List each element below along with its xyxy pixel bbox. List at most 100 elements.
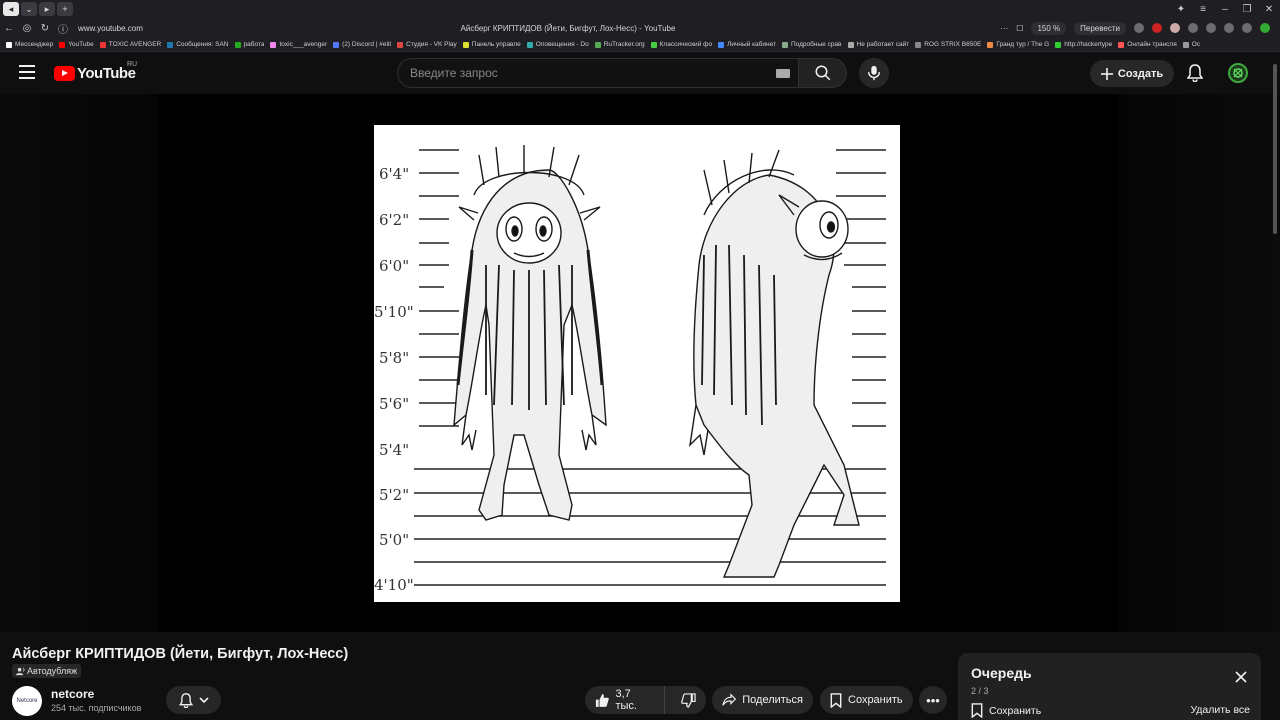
bookmark-item[interactable]: YouTube (59, 41, 94, 48)
bookmark-label: Панель управле (471, 41, 521, 48)
avatar-emblem-icon (1233, 68, 1243, 78)
share-button[interactable]: Поделиться (712, 686, 813, 714)
bookmark-item[interactable]: Онлайн трансля (1118, 41, 1177, 48)
hamburger-menu-icon[interactable] (19, 65, 35, 79)
bookmark-item[interactable]: toxic___avenger (270, 41, 327, 48)
search-icon (815, 65, 830, 81)
queue-save-label: Сохранить (989, 704, 1042, 717)
speaker-tab-icon[interactable]: ◂ (3, 2, 19, 16)
pin-icon[interactable]: ✦ (1170, 4, 1192, 15)
active-tab[interactable]: ▸ (39, 2, 55, 16)
bookmark-item[interactable]: Мессенджер (6, 41, 53, 48)
bookmark-favicon-icon (397, 41, 404, 48)
queue-panel: Очередь 2 / 3 Сохранить Удалить все (958, 653, 1261, 720)
reload-icon[interactable]: ↻ (36, 23, 54, 34)
bookmark-item[interactable]: Не работает сайт (847, 41, 909, 48)
channel-avatar[interactable]: Netcore (12, 686, 42, 716)
restore-button[interactable]: ❐ (1236, 4, 1258, 15)
auto-dub-badge[interactable]: Автодубляж (12, 664, 82, 678)
save-button[interactable]: Сохранить (820, 686, 913, 714)
bookmark-save-icon (830, 692, 842, 708)
bookmark-favicon-icon (782, 41, 788, 48)
page-title: Айсберг КРИПТИДОВ (Йети, Бигфут, Лох-Нес… (460, 23, 676, 33)
bookmark-label: Онлайн трансля (1127, 41, 1177, 48)
queue-clear-button[interactable]: Удалить все (1190, 704, 1250, 716)
dislike-button[interactable] (671, 686, 706, 714)
browser-tab-strip: ◂ ⌄ ▸ + ✦ ≡ – ❐ ✕ (0, 0, 1280, 18)
bookmark-item[interactable]: Панель управле (462, 41, 521, 48)
account-avatar[interactable] (1228, 63, 1248, 83)
page-scrollbar[interactable] (1273, 64, 1277, 234)
channel-avatar-text: Netcore (16, 698, 38, 704)
video-player[interactable]: 6'4" 6'2" 6'0" 5'10" 5'8" 5'6" 5'4" 5'2"… (0, 94, 1280, 632)
notifications-button[interactable] (1184, 62, 1206, 84)
close-icon[interactable] (1235, 671, 1247, 683)
bookmark-item[interactable]: http://hackertype (1055, 41, 1112, 48)
like-dislike-group: 3,7 тыс. (585, 686, 706, 714)
tab-list-chevron-icon[interactable]: ⌄ (21, 2, 37, 16)
subscriber-count: 254 тыс. подписчиков (51, 703, 142, 713)
more-icon[interactable]: ··· (1000, 24, 1008, 33)
bookmark-save-icon (971, 703, 983, 718)
youtube-logo[interactable]: YouTube (54, 65, 136, 82)
bookmark-favicon-icon (718, 41, 725, 48)
plus-icon (1100, 67, 1113, 80)
queue-save-button[interactable]: Сохранить (971, 703, 1041, 718)
bookmark-favicon-icon (594, 41, 601, 48)
url-field[interactable]: www.youtube.com (78, 24, 408, 33)
bookmark-item[interactable]: Гранд тур / The G (987, 41, 1049, 48)
bookmark-item[interactable]: Подробные срав (782, 41, 842, 48)
extension-icon[interactable] (1242, 23, 1252, 33)
bookmark-favicon-icon (99, 41, 106, 48)
extension-icon[interactable] (1188, 23, 1198, 33)
queue-count: 2 / 3 (971, 686, 989, 696)
bookmark-item[interactable]: Ос (1182, 41, 1200, 48)
browser-menu-icon[interactable]: ≡ (1192, 4, 1214, 15)
bookmark-item[interactable]: TOXIC AVENGER (99, 41, 162, 48)
voice-search-button[interactable] (859, 58, 889, 88)
zoom-indicator[interactable]: 150 % (1031, 21, 1067, 35)
back-icon[interactable]: ← (0, 23, 18, 34)
translate-button[interactable]: Перевести (1074, 21, 1126, 35)
bookmark-item[interactable]: Классический фо (650, 41, 712, 48)
creature-side-view (688, 149, 860, 578)
vpn-icon[interactable]: ◎ (18, 23, 36, 34)
height-label: 5'10" (374, 303, 414, 321)
bookmark-item[interactable]: Сообщения: SAN (167, 41, 229, 48)
search-input[interactable]: Введите запрос (397, 58, 799, 88)
bookmark-item[interactable]: RuTracker.org (594, 41, 645, 48)
close-window-button[interactable]: ✕ (1258, 4, 1280, 15)
channel-name[interactable]: netcore (51, 687, 94, 701)
bookmark-item[interactable]: Студия - VK Play (397, 41, 457, 48)
extension-icon[interactable] (1170, 23, 1180, 33)
bookmark-icon[interactable]: ☐ (1016, 24, 1023, 33)
bookmark-favicon-icon (526, 41, 533, 48)
extension-icon[interactable] (1224, 23, 1234, 33)
record-extension-icon[interactable] (1152, 23, 1162, 33)
bookmark-item[interactable]: ROG STRIX B650E (915, 41, 981, 48)
extension-icon[interactable] (1206, 23, 1216, 33)
like-button[interactable]: 3,7 тыс. (585, 686, 665, 714)
share-label: Поделиться (742, 694, 803, 706)
search-button[interactable] (799, 58, 847, 88)
bookmark-item[interactable]: Личный кабинет (718, 41, 776, 48)
share-icon (722, 693, 737, 706)
bookmark-item[interactable]: работа (234, 41, 264, 48)
subscription-bell-button[interactable] (166, 686, 221, 714)
profile-icon[interactable] (1260, 23, 1270, 33)
site-info-icon[interactable]: ⓘ (54, 21, 72, 36)
save-label: Сохранить (848, 694, 903, 706)
height-label: 6'4" (379, 165, 409, 183)
bookmark-favicon-icon (234, 41, 241, 48)
extension-icon[interactable] (1134, 23, 1144, 33)
keyboard-icon[interactable] (776, 69, 790, 78)
create-button[interactable]: Создать (1090, 60, 1174, 87)
minimize-button[interactable]: – (1214, 4, 1236, 15)
bookmark-item[interactable]: Оповещения - Do (526, 41, 589, 48)
bookmark-label: TOXIC AVENGER (108, 41, 162, 48)
more-actions-button[interactable]: ••• (919, 686, 947, 714)
new-tab-button[interactable]: + (57, 2, 73, 16)
bookmark-favicon-icon (462, 41, 469, 48)
address-bar: ← ◎ ↻ ⓘ www.youtube.com Айсберг КРИПТИДО… (0, 18, 1280, 38)
bookmark-item[interactable]: (2) Discord | #elit (333, 41, 391, 48)
